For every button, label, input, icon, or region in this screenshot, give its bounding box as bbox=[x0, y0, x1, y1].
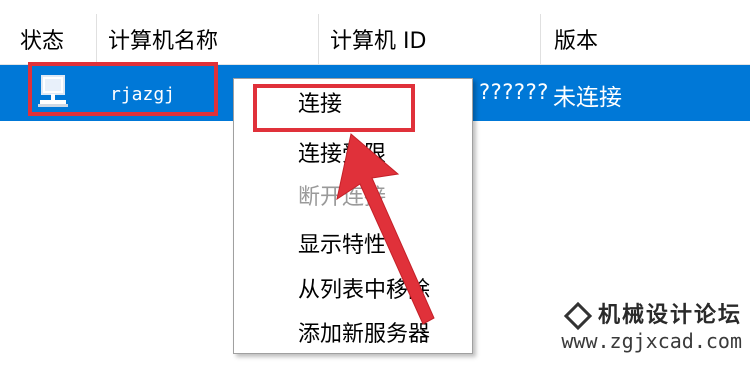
menu-item-disconnect[interactable]: 断开连接 bbox=[298, 179, 386, 211]
column-header-computer-name[interactable]: 计算机名称 bbox=[96, 0, 318, 64]
menu-item-show-properties[interactable]: 显示特性 bbox=[298, 227, 386, 259]
row-highlight-box bbox=[28, 62, 218, 116]
menu-item-add-new-server[interactable]: 添加新服务器 bbox=[298, 316, 430, 348]
menu-highlight-box bbox=[253, 84, 415, 132]
version-cell: 未连接 bbox=[553, 85, 622, 111]
menu-item-remove-from-list[interactable]: 从列表中移除 bbox=[298, 272, 430, 304]
watermark: 机械设计论坛 www.zgjxcad.com bbox=[561, 297, 742, 353]
watermark-logo: 机械设计论坛 bbox=[561, 297, 742, 331]
list-header: 状态 计算机名称 计算机 ID 版本 bbox=[0, 0, 750, 65]
watermark-url: www.zgjxcad.com bbox=[561, 329, 742, 353]
diamond-logo-icon bbox=[563, 301, 593, 331]
computer-id-cell: ?????? bbox=[478, 80, 549, 104]
column-header-computer-id[interactable]: 计算机 ID bbox=[318, 0, 540, 64]
column-header-status[interactable]: 状态 bbox=[0, 0, 96, 64]
menu-item-connect-limited[interactable]: 连接受限 bbox=[298, 136, 386, 168]
column-header-version[interactable]: 版本 bbox=[540, 0, 750, 64]
